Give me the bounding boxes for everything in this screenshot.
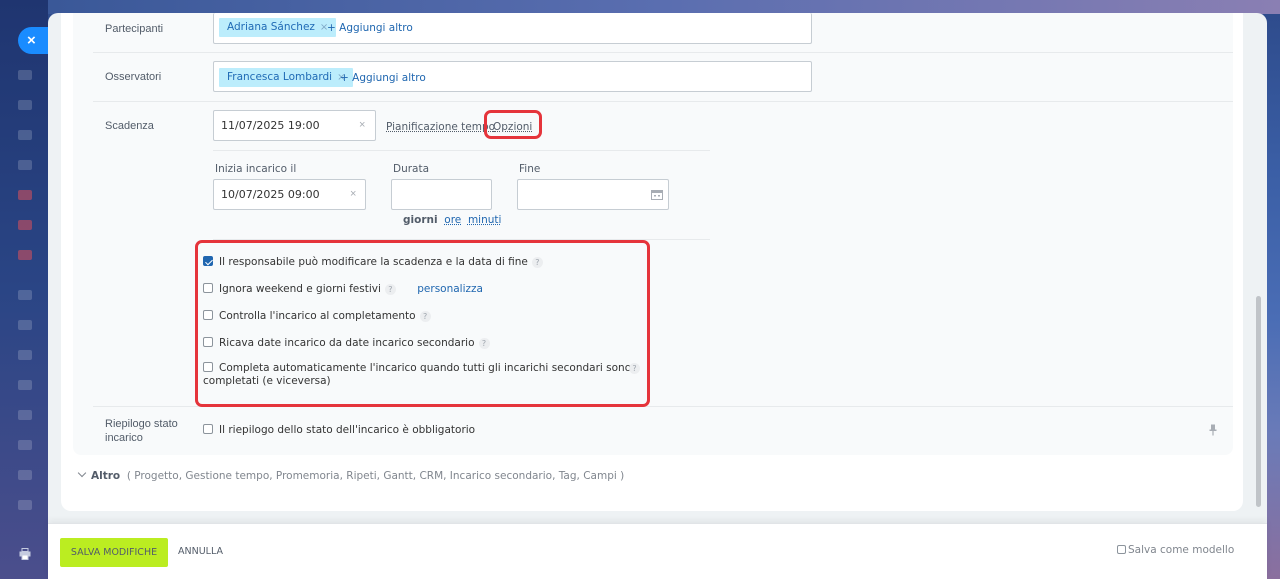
cancel-button[interactable]: ANNULLA	[178, 546, 223, 557]
option-checkbox[interactable]	[203, 337, 213, 347]
duration-units: giorni ore minuti	[403, 214, 501, 226]
help-icon[interactable]: ?	[531, 257, 543, 268]
divider	[93, 52, 1233, 53]
duration-label: Durata	[393, 163, 430, 175]
end-date-input[interactable]	[517, 179, 669, 210]
participant-tag-label: Adriana Sánchez	[227, 21, 315, 33]
background-strip	[48, 0, 1280, 14]
participants-field[interactable]: Adriana Sánchez × + Aggiungi altro	[213, 13, 812, 44]
option-checkbox[interactable]	[203, 362, 213, 372]
sidebar-icon[interactable]	[18, 500, 32, 510]
help-icon[interactable]: ?	[384, 284, 396, 295]
sidebar-icon[interactable]	[18, 410, 32, 420]
end-date-label: Fine	[519, 163, 541, 175]
time-planning-text[interactable]: Pianificazione tempo	[386, 121, 495, 133]
close-icon[interactable]: ×	[27, 32, 36, 49]
start-date-input[interactable]: 10/07/2025 09:00	[213, 179, 366, 210]
help-icon[interactable]: ?	[419, 311, 431, 322]
add-observer-link[interactable]: + Aggiungi altro	[340, 72, 426, 84]
sidebar-icon[interactable]	[18, 70, 32, 80]
deadline-input[interactable]: 11/07/2025 19:00	[213, 110, 376, 141]
option-checkbox[interactable]	[203, 256, 213, 266]
option-label-line1: Completa automaticamente l'incarico quan…	[219, 362, 632, 374]
save-template-label: Salva come modello	[1128, 544, 1235, 556]
status-summary-label: Riepilogo stato incarico	[105, 417, 178, 445]
scrollbar[interactable]	[1256, 296, 1261, 507]
clear-start-date-icon[interactable]: ×	[350, 188, 356, 200]
add-participant-link[interactable]: + Aggiungi altro	[327, 22, 413, 34]
participant-tag[interactable]: Adriana Sánchez ×	[219, 18, 337, 37]
participants-label: Partecipanti	[105, 23, 164, 35]
option-dates-from-subtasks[interactable]: Ricava date incarico da date incarico se…	[203, 337, 490, 349]
start-date-label: Inizia incarico il	[215, 163, 297, 175]
option-label: Ignora weekend e giorni festivi	[219, 283, 381, 295]
deadline-label: Scadenza	[105, 120, 154, 132]
calendar-icon[interactable]	[651, 189, 663, 200]
form-footer: SALVA MODIFICHE ANNULLA Salva come model…	[48, 523, 1267, 579]
status-summary-checkbox-label: Il riepilogo dello stato dell'incarico è…	[219, 424, 476, 436]
save-as-template[interactable]: Salva come modello	[1117, 544, 1234, 556]
left-sidebar	[0, 0, 48, 579]
save-template-checkbox[interactable]	[1117, 545, 1126, 554]
pin-icon[interactable]	[1209, 424, 1217, 436]
status-summary-label-line2: incarico	[105, 432, 143, 444]
unit-days[interactable]: giorni	[403, 214, 438, 226]
chevron-down-icon	[77, 468, 87, 478]
deadline-value: 11/07/2025 19:00	[221, 119, 320, 132]
unit-minutes[interactable]: minuti	[468, 214, 502, 226]
option-skip-weekends[interactable]: Ignora weekend e giorni festivi? persona…	[203, 283, 483, 295]
sidebar-icon[interactable]	[18, 470, 32, 480]
option-label: Il responsabile può modificare la scaden…	[219, 256, 528, 268]
more-items: ( Progetto, Gestione tempo, Promemoria, …	[126, 470, 625, 482]
help-icon[interactable]: ?	[629, 363, 640, 374]
sidebar-icon[interactable]	[18, 100, 32, 110]
more-section-toggle[interactable]: Altro ( Progetto, Gestione tempo, Promem…	[77, 468, 625, 482]
observer-tag-label: Francesca Lombardi	[227, 71, 333, 83]
divider	[93, 101, 1233, 102]
sidebar-icon[interactable]	[18, 250, 32, 260]
sidebar-icon[interactable]	[18, 320, 32, 330]
option-label: Ricava date incarico da date incarico se…	[219, 337, 475, 349]
status-summary-checkbox[interactable]	[203, 424, 213, 434]
sidebar-icon[interactable]	[18, 160, 32, 170]
start-date-value: 10/07/2025 09:00	[221, 188, 320, 201]
duration-input[interactable]	[391, 179, 492, 210]
observer-tag[interactable]: Francesca Lombardi ×	[219, 68, 354, 87]
save-changes-button[interactable]: SALVA MODIFICHE	[60, 538, 168, 567]
time-planning-label: Pianificazione tempo	[386, 121, 495, 133]
status-summary-option[interactable]: Il riepilogo dello stato dell'incarico è…	[203, 424, 475, 436]
option-checkbox[interactable]	[203, 310, 213, 320]
option-assignee-can-change-deadline[interactable]: Il responsabile può modificare la scaden…	[203, 256, 543, 268]
help-icon[interactable]: ?	[478, 338, 490, 349]
sidebar-icon[interactable]	[18, 380, 32, 390]
print-icon[interactable]	[19, 548, 31, 560]
sidebar-icon[interactable]	[18, 440, 32, 450]
highlight-options	[484, 110, 542, 139]
option-auto-complete[interactable]: Completa automaticamente l'incarico quan…	[203, 362, 640, 388]
option-label: Controlla l'incarico al completamento	[219, 310, 416, 322]
observers-field[interactable]: Francesca Lombardi × + Aggiungi altro	[213, 61, 812, 92]
customize-link[interactable]: personalizza	[417, 283, 483, 295]
sidebar-icon[interactable]	[18, 130, 32, 140]
unit-hours[interactable]: ore	[444, 214, 461, 226]
more-label[interactable]: Altro	[91, 470, 120, 482]
option-label-line2: completati (e viceversa)	[203, 375, 331, 387]
status-summary-label-line1: Riepilogo stato	[105, 418, 178, 430]
clear-deadline-icon[interactable]: ×	[359, 119, 365, 131]
sidebar-icon[interactable]	[18, 220, 32, 230]
sidebar-icon[interactable]	[18, 290, 32, 300]
observers-label: Osservatori	[105, 71, 162, 83]
sidebar-icon[interactable]	[18, 350, 32, 360]
divider	[213, 150, 710, 151]
sidebar-icon[interactable]	[18, 190, 32, 200]
option-checkbox[interactable]	[203, 283, 213, 293]
option-check-on-completion[interactable]: Controlla l'incarico al completamento?	[203, 310, 431, 322]
